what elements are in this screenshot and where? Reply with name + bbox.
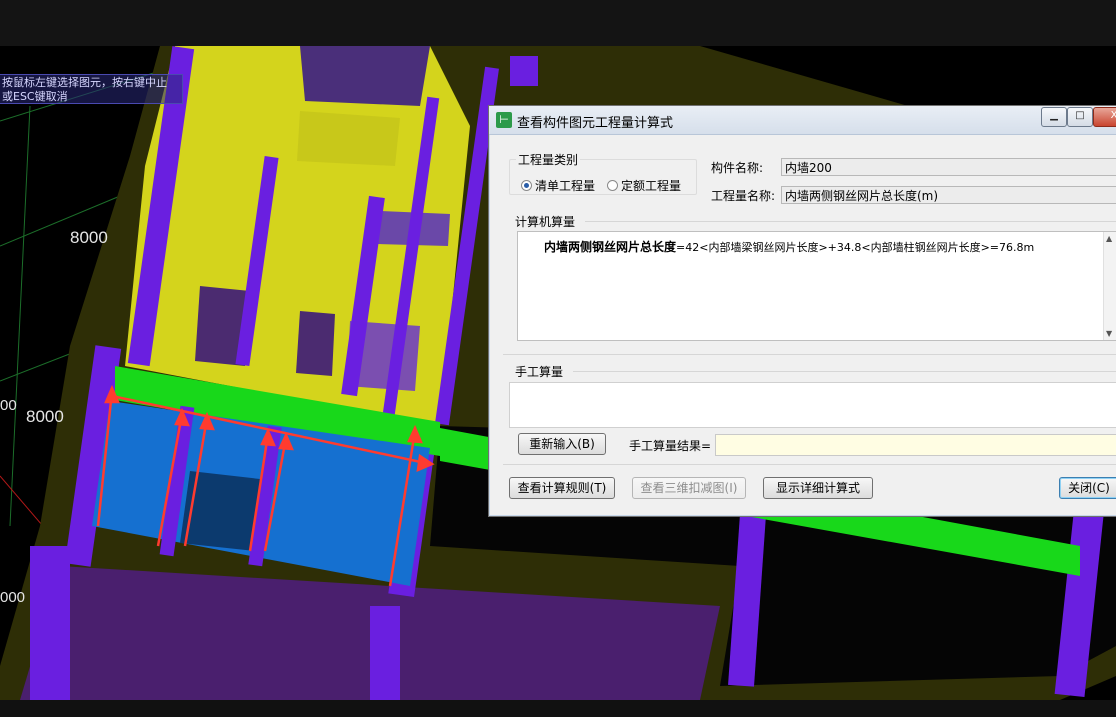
section-divider — [503, 464, 1116, 465]
manual-result-label: 手工算量结果= — [629, 439, 712, 453]
formula-name: 内墙两侧钢丝网片总长度 — [544, 240, 677, 254]
section-divider — [503, 354, 1116, 355]
component-name-label: 构件名称: — [711, 161, 764, 175]
quantity-name-label: 工程量名称: — [711, 189, 776, 203]
minimize-button[interactable]: ▁ — [1041, 107, 1067, 127]
view-3d-deduction-button[interactable]: 查看三维扣减图(I) — [632, 477, 746, 499]
manual-calc-label: 手工算量 — [515, 365, 564, 379]
computer-calc-box[interactable]: 内墙两侧钢丝网片总长度=42<内部墙梁钢丝网片长度>+34.8<内部墙柱钢丝网片… — [517, 231, 1116, 341]
quantity-formula-dialog: ⊢ 查看构件图元工程量计算式 ▁ □ X 工程量类别 清单工程量 定额工程量 构… — [488, 105, 1116, 517]
manual-result-field[interactable] — [715, 434, 1116, 456]
calc-scrollbar[interactable]: ▲ ▼ — [1103, 232, 1116, 340]
computer-calc-label: 计算机算量 — [515, 215, 576, 229]
section-divider — [573, 371, 1116, 372]
dimension-label: 8000 — [26, 407, 64, 426]
reenter-button[interactable]: 重新输入(B) — [518, 433, 606, 455]
radio-bill-quantity[interactable]: 清单工程量 — [521, 177, 595, 194]
section-divider — [585, 221, 1116, 222]
dialog-title: 查看构件图元工程量计算式 — [517, 116, 674, 131]
quantity-name-field[interactable]: 内墙两侧钢丝网片总长度(m) — [781, 186, 1116, 204]
radio-label: 定额工程量 — [621, 179, 682, 193]
manual-calc-input[interactable] — [509, 382, 1116, 428]
dialog-titlebar[interactable]: ⊢ 查看构件图元工程量计算式 ▁ □ X — [489, 106, 1116, 135]
close-button[interactable]: 关闭(C) — [1059, 477, 1116, 499]
calc-formula: 内墙两侧钢丝网片总长度=42<内部墙梁钢丝网片长度>+34.8<内部墙柱钢丝网片… — [544, 238, 1034, 255]
scroll-up-icon[interactable]: ▲ — [1106, 234, 1112, 243]
scroll-down-icon[interactable]: ▼ — [1106, 329, 1112, 338]
bottom-bar — [0, 700, 1116, 717]
maximize-button[interactable]: □ — [1067, 107, 1093, 127]
status-hint: 按鼠标左键选择图元，按右键中止 或ESC键取消 — [0, 74, 183, 104]
dimension-label: 8000 — [70, 228, 108, 247]
hint-line-1: 按鼠标左键选择图元，按右键中止 — [2, 76, 167, 89]
formula-expression: =42<内部墙梁钢丝网片长度>+34.8<内部墙柱钢丝网片长度>=76.8m — [676, 241, 1035, 254]
quantity-type-legend: 工程量类别 — [518, 153, 579, 167]
radio-selected-icon — [521, 180, 532, 191]
top-toolbar-area — [0, 0, 1116, 46]
close-window-button[interactable]: X — [1093, 107, 1116, 127]
radio-quota-quantity[interactable]: 定额工程量 — [607, 177, 681, 194]
view-rules-button[interactable]: 查看计算规则(T) — [509, 477, 615, 499]
dimension-label: 000 — [0, 589, 26, 606]
radio-unselected-icon — [607, 180, 618, 191]
upper-room-2 — [297, 111, 400, 166]
upper-room-1 — [300, 46, 430, 106]
door-opening-2 — [296, 311, 335, 376]
dimension-label: 00 — [0, 397, 17, 414]
component-name-field[interactable]: 内墙200 — [781, 158, 1116, 176]
show-detail-button[interactable]: 显示详细计算式 — [763, 477, 873, 499]
app-icon: ⊢ — [496, 112, 512, 128]
radio-label: 清单工程量 — [535, 179, 596, 193]
hint-line-2: 或ESC键取消 — [2, 90, 68, 103]
